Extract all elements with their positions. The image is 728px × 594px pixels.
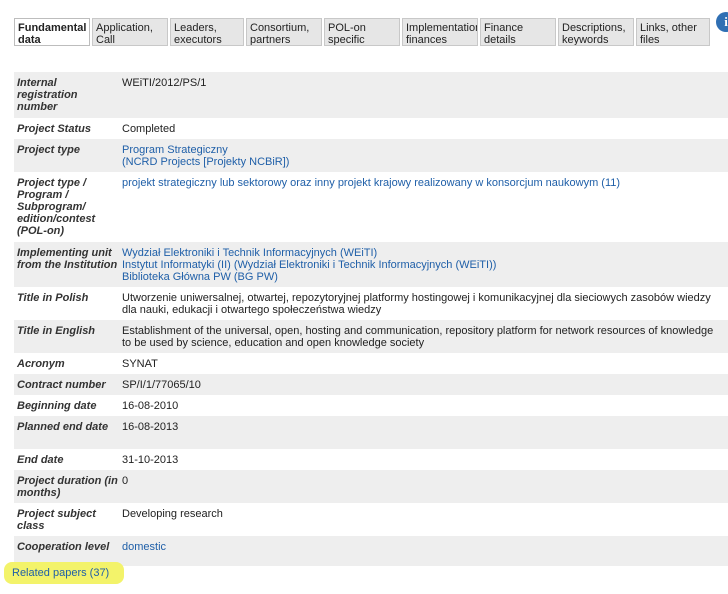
- row-registration-number: Internal registration number WEiTI/2012/…: [14, 72, 728, 118]
- field-label: Internal registration number: [17, 77, 78, 113]
- row-beginning-date: Beginning date 16-08-2010: [14, 395, 728, 416]
- project-type-value: Program Strategiczny (NCRD Projects [Pro…: [118, 139, 728, 172]
- tab-fundamental-data[interactable]: Fundamental data: [14, 18, 90, 46]
- registration-number-value: WEiTI/2012/PS/1: [122, 77, 207, 89]
- domestic-link[interactable]: domestic: [122, 541, 724, 553]
- beginning-date-value: 16-08-2010: [122, 400, 179, 412]
- ncrd-projects-link[interactable]: (NCRD Projects [Projekty NCBiR]): [122, 156, 724, 168]
- project-status-value: Completed: [122, 123, 176, 135]
- tab-implementation-finances[interactable]: Implementation, finances: [402, 18, 478, 46]
- weiti-link[interactable]: Wydział Elektroniki i Technik Informacyj…: [122, 247, 724, 259]
- tab-consortium-partners[interactable]: Consortium, partners: [246, 18, 322, 46]
- instytut-informatyki-link[interactable]: Instytut Informatyki (II) (Wydział Elekt…: [122, 259, 724, 271]
- project-subtype-value: projekt strategiczny lub sektorowy oraz …: [118, 172, 728, 242]
- row-cooperation-level: Cooperation level domestic: [14, 536, 728, 566]
- program-strategiczny-link[interactable]: Program Strategiczny: [122, 144, 724, 156]
- field-label: Title in English: [17, 325, 96, 337]
- row-implementing-unit: Implementing unit from the Institution W…: [14, 242, 728, 287]
- acronym-value: SYNAT: [122, 358, 158, 370]
- field-label: Contract number: [17, 379, 106, 391]
- row-project-duration: Project duration (in months) 0: [14, 470, 728, 503]
- implementing-unit-value: Wydział Elektroniki i Technik Informacyj…: [118, 242, 728, 287]
- project-details-table: Internal registration number WEiTI/2012/…: [14, 72, 728, 566]
- field-label: Implementing unit from the Institution: [17, 247, 118, 271]
- field-label: End date: [17, 454, 64, 466]
- field-label: Project duration (in months): [17, 475, 118, 499]
- field-label: Beginning date: [17, 400, 97, 412]
- field-label: Acronym: [17, 358, 65, 370]
- tab-leaders-executors[interactable]: Leaders, executors: [170, 18, 244, 46]
- related-papers-link[interactable]: Related papers (37): [4, 562, 124, 584]
- row-project-type: Project type Program Strategiczny (NCRD …: [14, 139, 728, 172]
- tab-descriptions-keywords[interactable]: Descriptions, keywords: [558, 18, 634, 46]
- field-label: Project type / Program / Subprogram/ edi…: [17, 177, 96, 237]
- row-subject-class: Project subject class Developing researc…: [14, 503, 728, 536]
- pol-on-program-link[interactable]: projekt strategiczny lub sektorowy oraz …: [122, 177, 724, 189]
- field-label: Title in Polish: [17, 292, 89, 304]
- title-english-value: Establishment of the universal, open, ho…: [122, 325, 714, 349]
- field-label: Project type: [17, 144, 80, 156]
- biblioteka-glowna-link[interactable]: Biblioteka Główna PW (BG PW): [122, 271, 724, 283]
- row-end-date: End date 31-10-2013: [14, 449, 728, 470]
- subject-class-value: Developing research: [122, 508, 223, 520]
- title-polish-value: Utworzenie uniwersalnej, otwartej, repoz…: [122, 292, 711, 316]
- field-label: Project Status: [17, 123, 91, 135]
- end-date-value: 31-10-2013: [122, 454, 179, 466]
- info-icon[interactable]: i: [716, 12, 728, 32]
- row-acronym: Acronym SYNAT: [14, 353, 728, 374]
- row-project-status: Project Status Completed: [14, 118, 728, 139]
- row-planned-end-date: Planned end date 16-08-2013: [14, 416, 728, 449]
- row-title-english: Title in English Establishment of the un…: [14, 320, 728, 353]
- row-project-subtype: Project type / Program / Subprogram/ edi…: [14, 172, 728, 242]
- tab-application-call[interactable]: Application, Call: [92, 18, 168, 46]
- planned-end-date-value: 16-08-2013: [122, 421, 179, 433]
- tab-pol-on-specific[interactable]: POL-on specific: [324, 18, 400, 46]
- row-contract-number: Contract number SP/I/1/77065/10: [14, 374, 728, 395]
- project-duration-value: 0: [122, 475, 129, 487]
- tab-finance-details[interactable]: Finance details: [480, 18, 556, 46]
- tab-links-other-files[interactable]: Links, other files: [636, 18, 710, 46]
- field-label: Project subject class: [17, 508, 96, 532]
- cooperation-level-value: domestic: [118, 536, 728, 566]
- tab-bar: Fundamental data Application, Call Leade…: [14, 12, 728, 48]
- row-title-polish: Title in Polish Utworzenie uniwersalnej,…: [14, 287, 728, 320]
- contract-number-value: SP/I/1/77065/10: [122, 379, 201, 391]
- field-label: Planned end date: [17, 421, 109, 433]
